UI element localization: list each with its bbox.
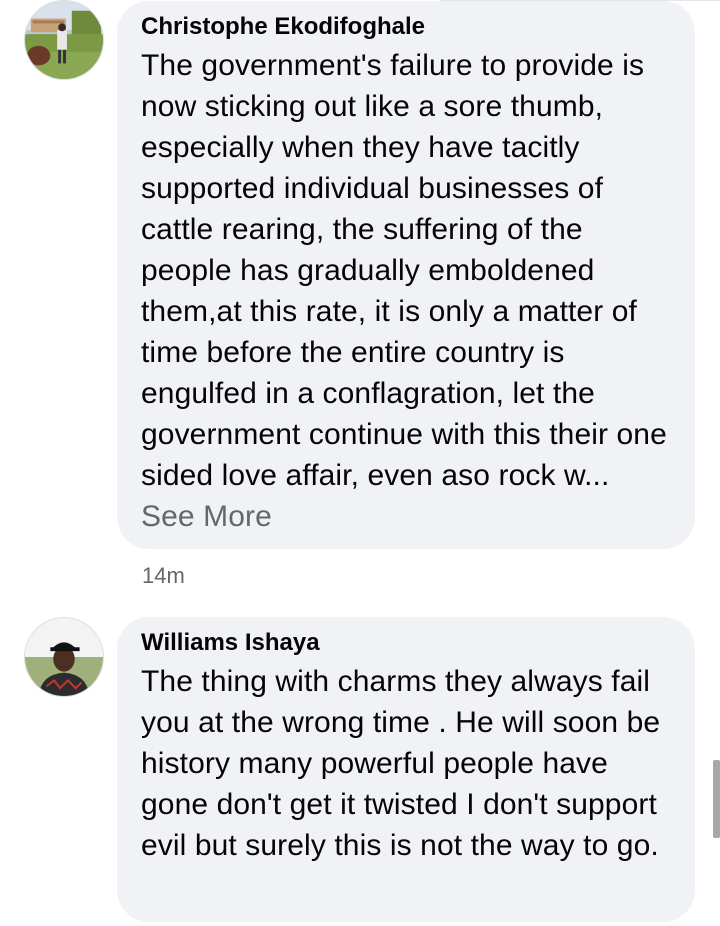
comment-text: The government's failure to provide is n… bbox=[141, 45, 671, 537]
scrollbar[interactable] bbox=[713, 760, 720, 838]
comment-author[interactable]: Williams Ishaya bbox=[141, 627, 671, 659]
comment-timestamp[interactable]: 14m bbox=[142, 563, 185, 589]
comment-bubble: Williams Ishaya The thing with charms th… bbox=[117, 617, 695, 922]
profile-photo-icon bbox=[25, 618, 103, 696]
comment-bubble: Christophe Ekodifoghale The government's… bbox=[117, 1, 695, 549]
profile-photo-icon bbox=[25, 1, 103, 79]
avatar[interactable] bbox=[24, 617, 104, 697]
avatar[interactable] bbox=[24, 0, 104, 80]
see-more-link[interactable]: See More bbox=[141, 500, 272, 533]
comment-text: The thing with charms they always fail y… bbox=[141, 665, 661, 862]
comment-text-body: The government's failure to provide is n… bbox=[141, 49, 667, 492]
comment-author[interactable]: Christophe Ekodifoghale bbox=[141, 11, 671, 43]
